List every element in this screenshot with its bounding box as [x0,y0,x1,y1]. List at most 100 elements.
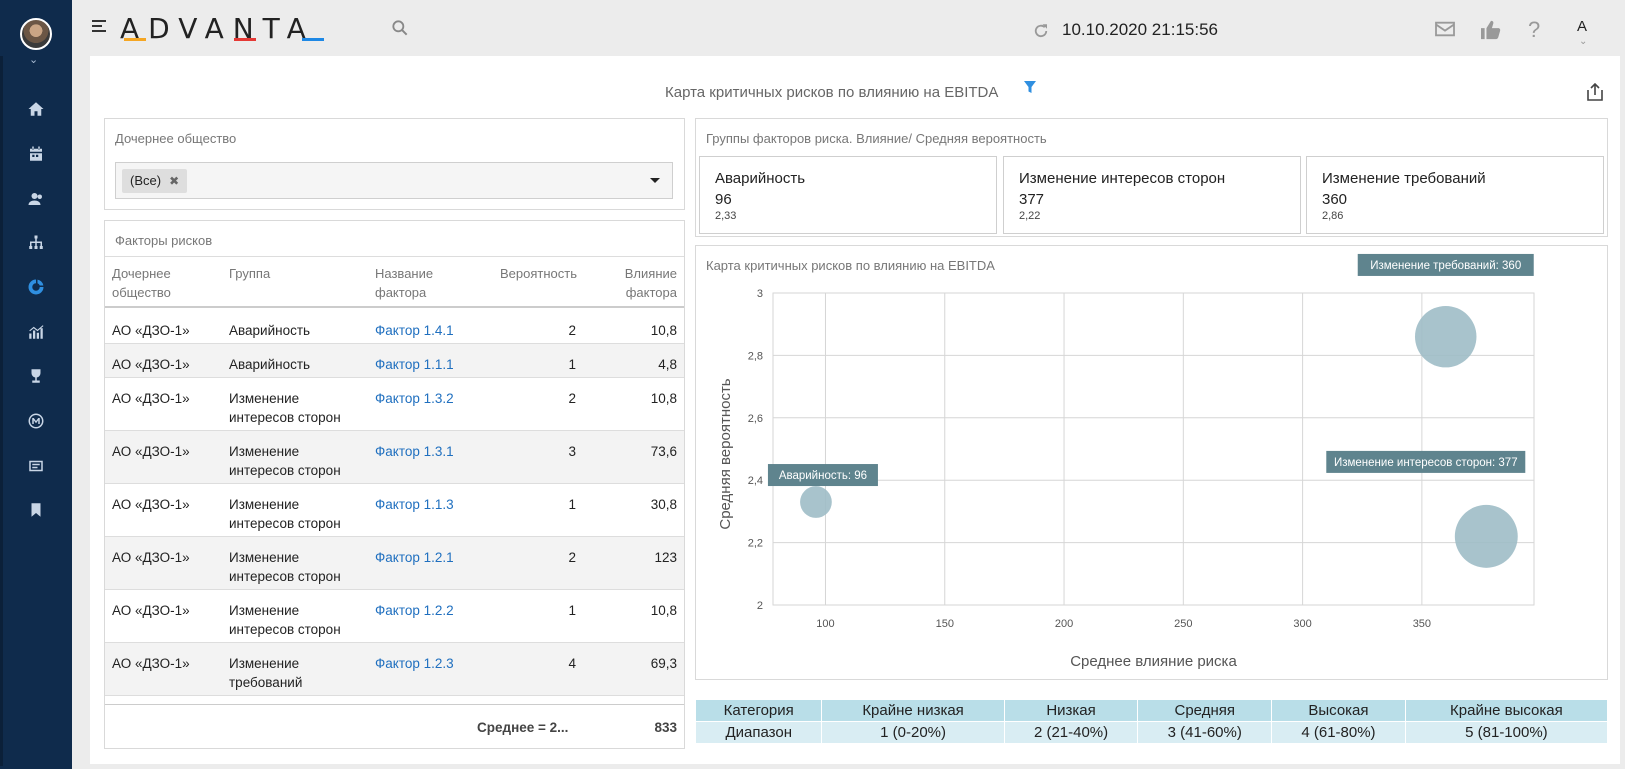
factor-link[interactable]: Фактор 1.1.3 [375,495,454,514]
bookmark-icon[interactable] [24,498,48,522]
group-name: Аварийность [715,170,806,187]
trophy-icon[interactable] [24,364,48,388]
table-row[interactable]: АО «ДЗО-1» Аварийность Фактор 1.1.1 1 4,8 [105,344,684,378]
legend-cell: 4 (61-80%) [1271,721,1406,744]
data-label: Аварийность: 96 [779,470,867,482]
chevron-down-icon[interactable]: ⌄ [29,53,38,66]
bubble-chart: 100 150 200 250 300 350 2 2,2 2,4 2,6 2,8 3 Среднее … [717,253,1535,670]
cell-impact: 10,8 [650,323,677,338]
data-label: Изменение интересов сторон: 377 [1334,457,1518,469]
cell-probability: 2 [568,550,576,565]
table-row[interactable]: АО «ДЗО-1» Изменение интересов сторон Факто… [105,378,684,431]
x-tick-label: 250 [1174,618,1192,630]
cell-group: Изменение интересов сторон [229,391,341,425]
group-probability: 2,22 [1019,210,1041,222]
col-group[interactable]: Группа [229,264,270,283]
datetime: 10.10.2020 21:15:56 [1062,20,1218,39]
y-tick-label: 3 [757,288,763,300]
table-row[interactable]: АО «ДЗО-1» Изменение интересов сторон Факто… [105,431,684,484]
factor-link[interactable]: Фактор 1.3.2 [375,389,454,408]
group-probability: 2,86 [1322,210,1344,222]
mail-icon[interactable] [1434,20,1456,43]
table-row[interactable]: АО «ДЗО-1» Изменение интересов сторон Факто… [105,590,684,643]
group-card[interactable]: Аварийность 96 2,33 [699,156,997,234]
bar-chart-icon[interactable] [24,320,48,344]
y-tick-label: 2,4 [748,475,763,487]
filter-title: Дочернее общество [115,131,237,146]
x-tick-label: 150 [936,618,954,630]
table-row[interactable]: АО «ДЗО-1» Изменение интересов сторон Факто… [105,484,684,537]
table-row[interactable]: АО «ДЗО-1» Изменение интересов сторон Факто… [105,537,684,590]
x-tick-label: 300 [1293,618,1311,630]
legend-header-cell: Высокая [1271,699,1406,722]
chevron-down-icon[interactable]: ⌄ [1579,36,1587,47]
avg-probability: Среднее = 2... [477,720,569,735]
group-card[interactable]: Изменение требований 360 2,86 [1306,156,1604,234]
company-select[interactable]: (Все) ✖ [115,162,673,199]
logo: ADVANTA [120,12,315,45]
factor-link[interactable]: Фактор 1.1.1 [375,355,454,374]
legend-header-cell: Крайне низкая [821,699,1005,722]
factor-link[interactable]: Фактор 1.3.1 [375,442,454,461]
home-icon[interactable] [24,97,48,121]
top-bar: ADVANTA 10.10.2020 21:15:56 ? A ⌄ [72,0,1625,56]
filter-icon[interactable] [1024,81,1036,99]
user-avatar[interactable] [20,18,52,50]
total-impact: 833 [654,720,677,735]
factor-link[interactable]: Фактор 1.4.1 [375,321,454,340]
x-tick-label: 200 [1055,618,1073,630]
legend-header-cell: Средняя [1137,699,1273,722]
legend-header-cell: Категория [694,699,823,722]
cell-probability: 1 [568,603,576,618]
bubble-point [1454,504,1518,568]
col-factor-name[interactable]: Название фактора [375,264,433,302]
logo-accent [124,38,146,41]
x-tick-label: 100 [816,618,834,630]
cell-impact: 69,3 [650,656,677,671]
calendar-icon[interactable] [24,142,48,166]
group-card[interactable]: Изменение интересов сторон 377 2,22 [1003,156,1301,234]
factors-title: Факторы рисков [115,233,213,248]
bubble-point [1414,305,1477,368]
close-icon[interactable]: ✖ [169,174,179,188]
thumbs-up-icon[interactable] [1480,20,1502,45]
factor-link[interactable]: Фактор 1.2.2 [375,601,454,620]
cell-company: АО «ДЗО-1» [112,497,190,512]
factor-link[interactable]: Фактор 1.2.3 [375,654,454,673]
chevron-down-icon[interactable] [650,178,660,183]
col-impact[interactable]: Влияние фактора [625,264,677,302]
y-axis-title: Средняя вероятность [717,378,734,529]
donut-chart-icon[interactable] [24,275,48,299]
export-icon[interactable] [1587,82,1603,106]
y-tick-label: 2 [757,600,763,612]
cell-probability: 3 [568,444,576,459]
cell-group: Изменение интересов сторон [229,444,341,478]
legend-cell: 5 (81-100%) [1404,721,1609,744]
cell-company: АО «ДЗО-1» [112,603,190,618]
legend-header-cell: Низкая [1003,699,1139,722]
group-name: Изменение требований [1322,170,1486,187]
refresh-icon[interactable] [1032,22,1050,45]
news-icon[interactable] [24,454,48,478]
m-circle-icon[interactable] [24,409,48,433]
data-label: Изменение требований: 360 [1370,260,1521,272]
users-icon[interactable] [24,187,48,211]
factor-link[interactable]: Фактор 1.2.1 [375,548,454,567]
menu-icon[interactable] [92,20,108,34]
hierarchy-icon[interactable] [24,231,48,255]
legend-header-cell: Крайне высокая [1404,699,1609,722]
table-footer: Среднее = 2... 833 [105,704,684,748]
col-company[interactable]: Дочернее общество [112,264,171,302]
table-row[interactable]: АО «ДЗО-1» Аварийность Фактор 1.4.1 2 10,8 [105,310,684,344]
col-probability[interactable]: Вероятность [500,264,577,283]
rail-shadow [0,56,3,766]
cell-group: Изменение интересов сторон [229,550,341,584]
x-axis-title: Среднее влияние риска [1070,653,1237,670]
help-icon[interactable]: ? [1528,17,1540,43]
table-row[interactable]: АО «ДЗО-1» Изменение требований Фактор 1.2.… [105,643,684,696]
search-icon[interactable] [390,18,410,43]
cell-probability: 2 [568,391,576,406]
cell-impact: 10,8 [650,603,677,618]
user-menu[interactable]: A [1577,18,1587,35]
category-legend-table: Категория Крайне низкая Низкая Средняя Высок… [694,699,1609,744]
